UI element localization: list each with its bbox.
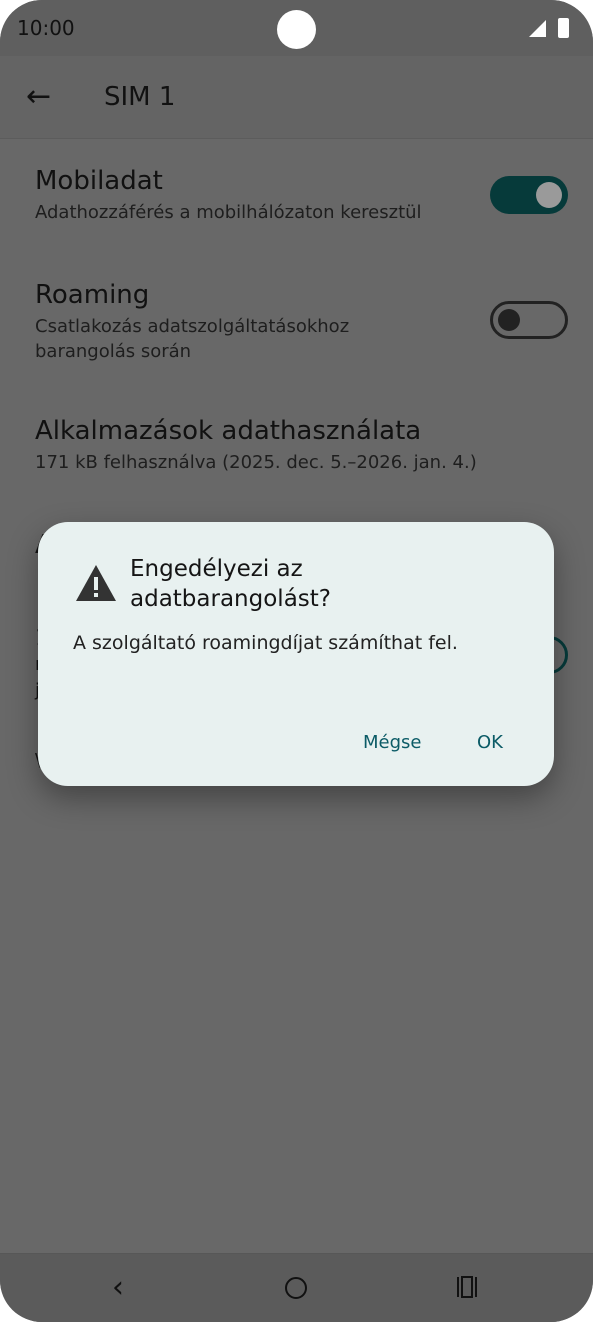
setting-subtitle: 171 kB felhasználva (2025. dec. 5.–2026.… bbox=[35, 452, 477, 473]
chevron-left-icon[interactable]: ‹ bbox=[112, 1270, 124, 1305]
setting-roaming[interactable]: Roaming Csatlakozás adatszolgáltatásokho… bbox=[35, 280, 475, 364]
dialog-title: Engedélyezi az adatbarangolást? bbox=[130, 556, 331, 612]
setting-title: Alkalmazások adathasználata bbox=[35, 416, 422, 446]
setting-mobile-data[interactable]: Mobiladat Adathozzáférés a mobilhálózato… bbox=[35, 166, 475, 225]
page-title: SIM 1 bbox=[104, 82, 176, 112]
home-circle-icon[interactable] bbox=[285, 1277, 307, 1299]
mobile-data-toggle[interactable] bbox=[490, 176, 568, 214]
cancel-button[interactable]: Mégse bbox=[363, 732, 421, 753]
setting-app-data-usage[interactable]: Alkalmazások adathasználata 171 kB felha… bbox=[35, 416, 555, 475]
ok-button[interactable]: OK bbox=[477, 732, 503, 753]
recent-apps-icon[interactable] bbox=[456, 1276, 478, 1298]
toggle-knob bbox=[536, 182, 562, 208]
app-bar: ← SIM 1 bbox=[0, 56, 593, 139]
status-time: 10:00 bbox=[17, 16, 75, 40]
roaming-dialog: Engedélyezi az adatbarangolást? A szolgá… bbox=[38, 522, 554, 786]
setting-subtitle: Csatlakozás adatszolgáltatásokhoz barang… bbox=[35, 316, 350, 362]
dialog-message: A szolgáltató roamingdíjat számíthat fel… bbox=[73, 632, 458, 654]
setting-title: Roaming bbox=[35, 280, 150, 310]
toggle-knob bbox=[498, 309, 520, 331]
setting-title: Mobiladat bbox=[35, 166, 163, 196]
status-bar: 10:00 bbox=[0, 0, 593, 56]
phone-screen: 10:00 ← SIM 1 Mobiladat Adathozzáférés a… bbox=[0, 0, 593, 1322]
setting-subtitle: Adathozzáférés a mobilhálózaton keresztü… bbox=[35, 202, 422, 223]
arrow-left-icon[interactable]: ← bbox=[26, 80, 51, 114]
camera-cutout bbox=[277, 10, 316, 49]
roaming-toggle[interactable] bbox=[490, 301, 568, 339]
battery-icon bbox=[558, 18, 569, 38]
warning-icon bbox=[76, 565, 116, 601]
navigation-bar: ‹ bbox=[0, 1253, 593, 1322]
signal-icon bbox=[529, 20, 546, 37]
